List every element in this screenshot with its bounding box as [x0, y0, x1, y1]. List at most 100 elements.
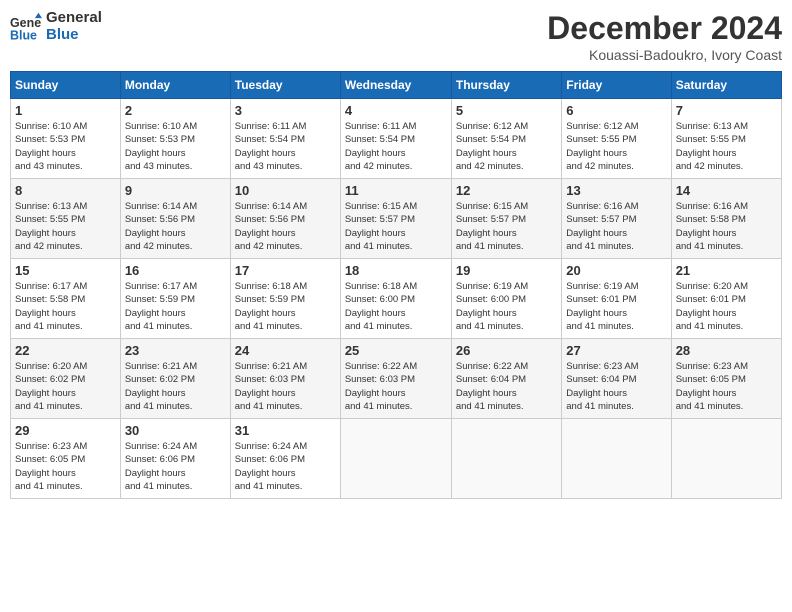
calendar-cell: 31 Sunrise: 6:24 AM Sunset: 6:06 PM Dayl… — [230, 419, 340, 499]
column-header-tuesday: Tuesday — [230, 72, 340, 99]
day-info: Sunrise: 6:16 AM Sunset: 5:57 PM Dayligh… — [566, 200, 666, 253]
calendar-cell: 26 Sunrise: 6:22 AM Sunset: 6:04 PM Dayl… — [451, 339, 561, 419]
day-info: Sunrise: 6:10 AM Sunset: 5:53 PM Dayligh… — [15, 120, 116, 173]
day-number: 4 — [345, 103, 447, 118]
day-info: Sunrise: 6:11 AM Sunset: 5:54 PM Dayligh… — [345, 120, 447, 173]
day-info: Sunrise: 6:18 AM Sunset: 6:00 PM Dayligh… — [345, 280, 447, 333]
logo-line1: General — [46, 10, 102, 27]
day-number: 23 — [125, 343, 226, 358]
calendar-cell: 15 Sunrise: 6:17 AM Sunset: 5:58 PM Dayl… — [11, 259, 121, 339]
column-header-thursday: Thursday — [451, 72, 561, 99]
calendar-cell: 9 Sunrise: 6:14 AM Sunset: 5:56 PM Dayli… — [120, 179, 230, 259]
day-info: Sunrise: 6:17 AM Sunset: 5:58 PM Dayligh… — [15, 280, 116, 333]
day-number: 10 — [235, 183, 336, 198]
day-info: Sunrise: 6:20 AM Sunset: 6:01 PM Dayligh… — [676, 280, 777, 333]
day-info: Sunrise: 6:17 AM Sunset: 5:59 PM Dayligh… — [125, 280, 226, 333]
week-row-3: 15 Sunrise: 6:17 AM Sunset: 5:58 PM Dayl… — [11, 259, 782, 339]
day-info: Sunrise: 6:13 AM Sunset: 5:55 PM Dayligh… — [676, 120, 777, 173]
day-info: Sunrise: 6:15 AM Sunset: 5:57 PM Dayligh… — [456, 200, 557, 253]
calendar-cell: 1 Sunrise: 6:10 AM Sunset: 5:53 PM Dayli… — [11, 99, 121, 179]
day-number: 9 — [125, 183, 226, 198]
day-number: 22 — [15, 343, 116, 358]
day-number: 28 — [676, 343, 777, 358]
calendar-cell: 20 Sunrise: 6:19 AM Sunset: 6:01 PM Dayl… — [562, 259, 671, 339]
day-info: Sunrise: 6:12 AM Sunset: 5:55 PM Dayligh… — [566, 120, 666, 173]
day-number: 16 — [125, 263, 226, 278]
column-header-wednesday: Wednesday — [340, 72, 451, 99]
calendar-cell: 4 Sunrise: 6:11 AM Sunset: 5:54 PM Dayli… — [340, 99, 451, 179]
calendar-cell: 10 Sunrise: 6:14 AM Sunset: 5:56 PM Dayl… — [230, 179, 340, 259]
calendar-cell: 6 Sunrise: 6:12 AM Sunset: 5:55 PM Dayli… — [562, 99, 671, 179]
calendar-cell: 5 Sunrise: 6:12 AM Sunset: 5:54 PM Dayli… — [451, 99, 561, 179]
day-info: Sunrise: 6:10 AM Sunset: 5:53 PM Dayligh… — [125, 120, 226, 173]
calendar-cell: 14 Sunrise: 6:16 AM Sunset: 5:58 PM Dayl… — [671, 179, 781, 259]
day-info: Sunrise: 6:14 AM Sunset: 5:56 PM Dayligh… — [125, 200, 226, 253]
calendar-cell — [562, 419, 671, 499]
day-number: 12 — [456, 183, 557, 198]
day-info: Sunrise: 6:21 AM Sunset: 6:02 PM Dayligh… — [125, 360, 226, 413]
day-number: 24 — [235, 343, 336, 358]
day-number: 13 — [566, 183, 666, 198]
calendar-cell: 2 Sunrise: 6:10 AM Sunset: 5:53 PM Dayli… — [120, 99, 230, 179]
calendar-cell: 7 Sunrise: 6:13 AM Sunset: 5:55 PM Dayli… — [671, 99, 781, 179]
calendar-cell: 24 Sunrise: 6:21 AM Sunset: 6:03 PM Dayl… — [230, 339, 340, 419]
column-header-monday: Monday — [120, 72, 230, 99]
calendar-cell: 25 Sunrise: 6:22 AM Sunset: 6:03 PM Dayl… — [340, 339, 451, 419]
calendar-cell — [671, 419, 781, 499]
day-info: Sunrise: 6:16 AM Sunset: 5:58 PM Dayligh… — [676, 200, 777, 253]
day-info: Sunrise: 6:23 AM Sunset: 6:04 PM Dayligh… — [566, 360, 666, 413]
calendar-cell: 18 Sunrise: 6:18 AM Sunset: 6:00 PM Dayl… — [340, 259, 451, 339]
day-number: 8 — [15, 183, 116, 198]
column-header-saturday: Saturday — [671, 72, 781, 99]
day-number: 26 — [456, 343, 557, 358]
day-number: 19 — [456, 263, 557, 278]
day-number: 15 — [15, 263, 116, 278]
day-info: Sunrise: 6:19 AM Sunset: 6:01 PM Dayligh… — [566, 280, 666, 333]
day-number: 17 — [235, 263, 336, 278]
logo-icon: General Blue — [10, 11, 42, 43]
calendar-header-row: SundayMondayTuesdayWednesdayThursdayFrid… — [11, 72, 782, 99]
column-header-friday: Friday — [562, 72, 671, 99]
day-info: Sunrise: 6:19 AM Sunset: 6:00 PM Dayligh… — [456, 280, 557, 333]
day-number: 6 — [566, 103, 666, 118]
day-info: Sunrise: 6:15 AM Sunset: 5:57 PM Dayligh… — [345, 200, 447, 253]
week-row-1: 1 Sunrise: 6:10 AM Sunset: 5:53 PM Dayli… — [11, 99, 782, 179]
calendar-table: SundayMondayTuesdayWednesdayThursdayFrid… — [10, 71, 782, 499]
calendar-cell: 23 Sunrise: 6:21 AM Sunset: 6:02 PM Dayl… — [120, 339, 230, 419]
calendar-cell — [451, 419, 561, 499]
day-number: 3 — [235, 103, 336, 118]
calendar-cell: 13 Sunrise: 6:16 AM Sunset: 5:57 PM Dayl… — [562, 179, 671, 259]
logo: General Blue General Blue — [10, 10, 102, 43]
day-info: Sunrise: 6:22 AM Sunset: 6:04 PM Dayligh… — [456, 360, 557, 413]
calendar-cell: 12 Sunrise: 6:15 AM Sunset: 5:57 PM Dayl… — [451, 179, 561, 259]
day-info: Sunrise: 6:18 AM Sunset: 5:59 PM Dayligh… — [235, 280, 336, 333]
calendar-cell — [340, 419, 451, 499]
week-row-2: 8 Sunrise: 6:13 AM Sunset: 5:55 PM Dayli… — [11, 179, 782, 259]
day-info: Sunrise: 6:13 AM Sunset: 5:55 PM Dayligh… — [15, 200, 116, 253]
day-info: Sunrise: 6:12 AM Sunset: 5:54 PM Dayligh… — [456, 120, 557, 173]
day-info: Sunrise: 6:23 AM Sunset: 6:05 PM Dayligh… — [15, 440, 116, 493]
column-header-sunday: Sunday — [11, 72, 121, 99]
calendar-cell: 8 Sunrise: 6:13 AM Sunset: 5:55 PM Dayli… — [11, 179, 121, 259]
week-row-5: 29 Sunrise: 6:23 AM Sunset: 6:05 PM Dayl… — [11, 419, 782, 499]
day-number: 2 — [125, 103, 226, 118]
day-number: 7 — [676, 103, 777, 118]
day-number: 31 — [235, 423, 336, 438]
calendar-cell: 27 Sunrise: 6:23 AM Sunset: 6:04 PM Dayl… — [562, 339, 671, 419]
day-number: 30 — [125, 423, 226, 438]
calendar-cell: 16 Sunrise: 6:17 AM Sunset: 5:59 PM Dayl… — [120, 259, 230, 339]
day-info: Sunrise: 6:24 AM Sunset: 6:06 PM Dayligh… — [235, 440, 336, 493]
day-number: 21 — [676, 263, 777, 278]
day-info: Sunrise: 6:23 AM Sunset: 6:05 PM Dayligh… — [676, 360, 777, 413]
day-number: 29 — [15, 423, 116, 438]
calendar-cell: 11 Sunrise: 6:15 AM Sunset: 5:57 PM Dayl… — [340, 179, 451, 259]
day-info: Sunrise: 6:11 AM Sunset: 5:54 PM Dayligh… — [235, 120, 336, 173]
day-info: Sunrise: 6:14 AM Sunset: 5:56 PM Dayligh… — [235, 200, 336, 253]
title-area: December 2024 Kouassi-Badoukro, Ivory Co… — [547, 10, 782, 63]
calendar-cell: 19 Sunrise: 6:19 AM Sunset: 6:00 PM Dayl… — [451, 259, 561, 339]
calendar-cell: 30 Sunrise: 6:24 AM Sunset: 6:06 PM Dayl… — [120, 419, 230, 499]
svg-text:Blue: Blue — [10, 28, 37, 42]
day-info: Sunrise: 6:21 AM Sunset: 6:03 PM Dayligh… — [235, 360, 336, 413]
calendar-cell: 22 Sunrise: 6:20 AM Sunset: 6:02 PM Dayl… — [11, 339, 121, 419]
calendar-cell: 17 Sunrise: 6:18 AM Sunset: 5:59 PM Dayl… — [230, 259, 340, 339]
